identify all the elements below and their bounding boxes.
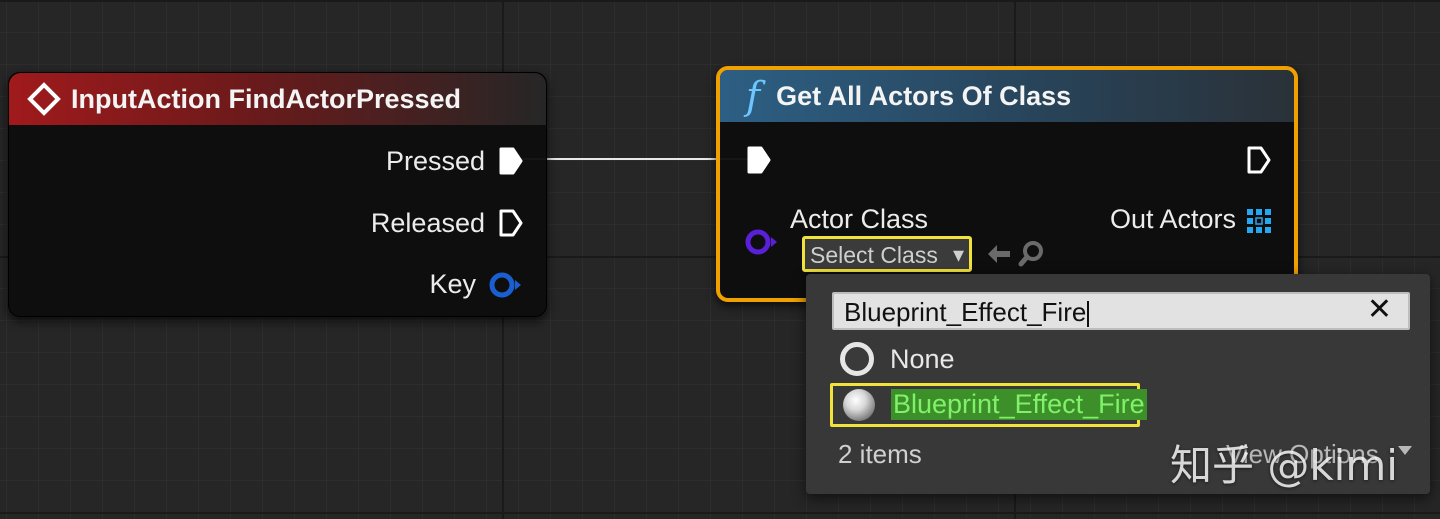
pressed-exec-pin-icon[interactable]	[498, 146, 524, 176]
pressed-pin-label: Pressed	[385, 146, 485, 176]
browse-icon[interactable]	[1018, 240, 1046, 268]
exec-out-pin-icon[interactable]	[1246, 145, 1272, 175]
watermark: 知乎 @kimi	[1170, 441, 1398, 490]
key-pin-label: Key	[429, 269, 476, 299]
class-list-item-selected[interactable]: Blueprint_Effect_Fire	[830, 383, 1147, 427]
input-action-title: InputAction FindActorPressed	[71, 83, 462, 114]
class-search-value: Blueprint_Effect_Fire	[844, 297, 1087, 327]
class-search-input[interactable]: Blueprint_Effect_Fire ✕	[832, 292, 1410, 330]
exec-in-pin-icon[interactable]	[746, 145, 772, 175]
input-action-node[interactable]: InputAction FindActorPressed Pressed Rel…	[8, 72, 547, 317]
select-class-label: Select Class	[810, 242, 938, 268]
item-count: 2 items	[838, 439, 922, 469]
out-actors-pin-label: Out Actors	[1109, 204, 1236, 234]
get-all-actors-node-header[interactable]: f Get All Actors Of Class	[720, 70, 1294, 122]
actor-class-pin-label: Actor Class	[790, 204, 929, 234]
close-icon[interactable]: ✕	[1367, 292, 1392, 327]
released-exec-pin-icon[interactable]	[498, 208, 524, 238]
input-action-icon	[27, 82, 61, 116]
key-struct-pin-icon[interactable]	[488, 271, 524, 299]
text-caret	[1087, 301, 1090, 328]
class-list-item-label: None	[890, 344, 955, 374]
view-options-chevron-icon[interactable]	[1398, 446, 1412, 455]
select-class-dropdown[interactable]: Select Class ▾	[802, 236, 972, 272]
sphere-class-icon	[843, 389, 875, 421]
class-search-text-wrap: Blueprint_Effect_Fire	[844, 297, 1090, 328]
exec-wire	[522, 158, 748, 160]
released-pin-label: Released	[370, 208, 485, 238]
input-action-node-header[interactable]: InputAction FindActorPressed	[9, 73, 546, 125]
class-list-item-label: Blueprint_Effect_Fire	[891, 389, 1147, 420]
radio-icon	[840, 342, 874, 376]
class-list-item-none[interactable]: None	[840, 340, 1400, 380]
actor-class-pin-icon[interactable]	[744, 228, 780, 256]
chevron-down-icon: ▾	[952, 242, 964, 267]
get-all-actors-title: Get All Actors Of Class	[776, 80, 1072, 111]
function-icon: f	[746, 74, 761, 118]
array-grid-icon[interactable]	[1246, 208, 1272, 234]
use-selected-icon[interactable]	[985, 242, 1013, 266]
